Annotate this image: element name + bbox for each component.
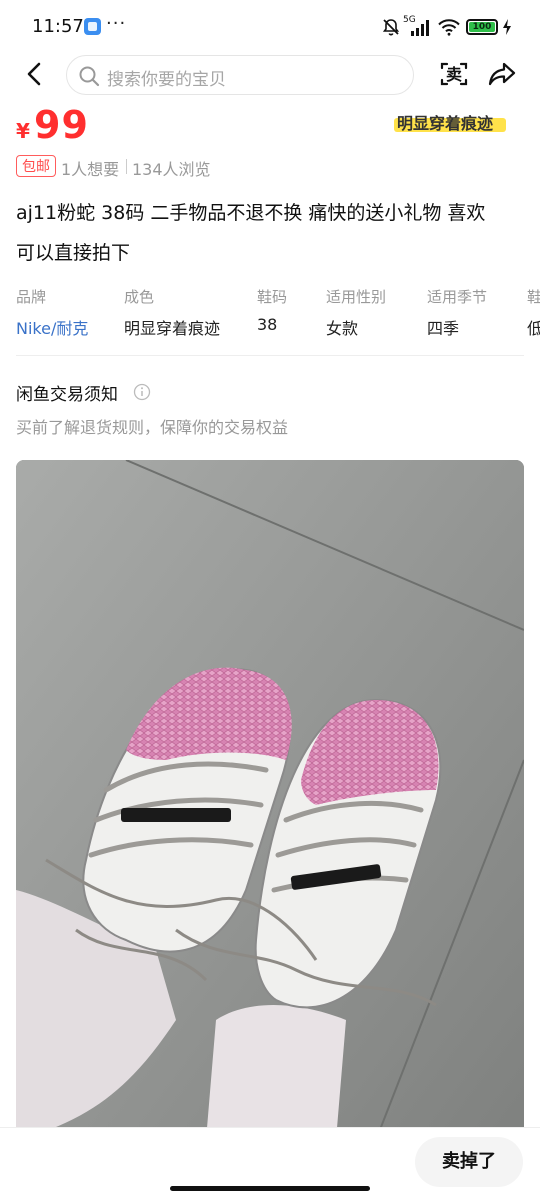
sell-icon[interactable]: 卖 [438, 58, 470, 90]
attr-label: 适用性别 [326, 288, 387, 306]
product-title-line-1: aj11粉蛇 38码 二手物品不退不换 痛快的送小礼物 喜欢 [16, 202, 486, 224]
attr-brand[interactable]: 品牌 Nike/耐克 [16, 286, 88, 339]
attr-shoe-size: 鞋码 38 [257, 286, 287, 334]
attr-value: 四季 [427, 319, 460, 338]
attr-value: 低 [527, 319, 540, 338]
search-icon [79, 66, 100, 87]
attr-season: 适用季节 四季 [427, 286, 487, 339]
product-title-line-2: 可以直接拍下 [16, 242, 131, 264]
status-time: 11:57 [32, 16, 84, 37]
trade-notice-title[interactable]: 闲鱼交易须知 [16, 380, 118, 405]
sneaker-photo-icon [16, 460, 524, 1140]
want-count: 1人想要 [61, 160, 120, 179]
charging-bolt-icon [503, 19, 511, 35]
stats-divider [126, 159, 127, 174]
product-photo[interactable] [16, 460, 524, 1140]
attr-label: 适用季节 [427, 288, 488, 306]
info-icon[interactable] [133, 383, 151, 401]
attr-value: 女款 [326, 319, 359, 338]
back-arrow-icon[interactable] [20, 59, 50, 89]
home-indicator[interactable] [170, 1186, 370, 1191]
price: 99 [34, 103, 89, 147]
attr-shoe-more: 鞋 低 [527, 286, 540, 339]
attr-value: 明显穿着痕迹 [124, 319, 221, 338]
search-placeholder: 搜索你要的宝贝 [107, 70, 226, 90]
attr-label: 鞋 [527, 288, 540, 306]
attr-label: 成色 [124, 288, 155, 306]
trade-notice-subtitle: 买前了解退货规则，保障你的交易权益 [16, 418, 289, 437]
more-notifications-icon: ··· [106, 13, 127, 34]
sold-button[interactable]: 卖掉了 [415, 1137, 523, 1187]
attr-value: 38 [257, 315, 278, 334]
attr-label: 鞋码 [257, 288, 288, 306]
mute-bell-icon [382, 19, 400, 36]
view-count: 134人浏览 [132, 160, 211, 179]
attr-condition: 成色 明显穿着痕迹 [124, 286, 220, 339]
app-notification-icon [84, 18, 101, 35]
search-bar[interactable]: 搜索你要的宝贝 [66, 55, 414, 95]
signal-icon [411, 20, 429, 36]
share-icon[interactable] [487, 60, 517, 88]
free-shipping-badge: 包邮 [16, 155, 56, 177]
attr-label: 品牌 [16, 288, 47, 306]
attr-value[interactable]: Nike/耐克 [16, 315, 88, 339]
price-currency: ¥ [16, 119, 30, 143]
condition-tag: 明显穿着痕迹 [397, 114, 494, 133]
section-divider [16, 355, 524, 356]
attr-gender: 适用性别 女款 [326, 286, 386, 339]
battery-icon: 100 [466, 19, 498, 35]
sell-icon-label: 卖 [446, 65, 462, 84]
wifi-icon [438, 19, 460, 36]
